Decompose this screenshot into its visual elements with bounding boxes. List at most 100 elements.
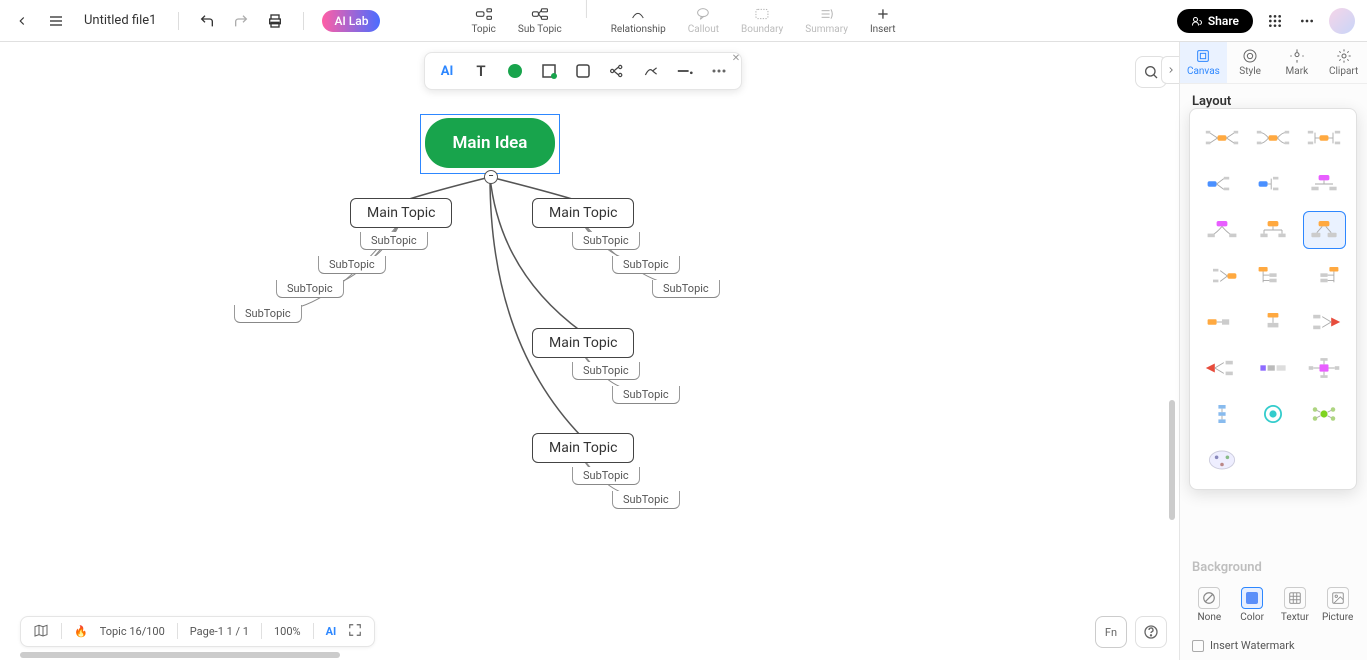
redo-icon[interactable] bbox=[231, 11, 251, 31]
connectors bbox=[0, 42, 1179, 606]
node-subtopic[interactable]: SubTopic bbox=[572, 467, 640, 485]
tool-relationship[interactable]: Relationship bbox=[609, 0, 668, 41]
node-subtopic[interactable]: SubTopic bbox=[652, 280, 720, 298]
layout-option[interactable] bbox=[1251, 119, 1294, 157]
layout-option[interactable] bbox=[1200, 349, 1243, 387]
tab-canvas[interactable]: Canvas bbox=[1180, 42, 1227, 83]
bg-picture[interactable]: Picture bbox=[1320, 587, 1355, 623]
layout-option[interactable] bbox=[1251, 395, 1294, 433]
layout-option[interactable] bbox=[1200, 257, 1243, 295]
layout-option[interactable] bbox=[1200, 441, 1243, 479]
back-icon[interactable] bbox=[12, 11, 32, 31]
layout-option[interactable] bbox=[1200, 165, 1243, 203]
node-topic[interactable]: Main Topic bbox=[350, 198, 452, 228]
layout-option[interactable] bbox=[1303, 119, 1346, 157]
branch-style-icon[interactable] bbox=[605, 59, 629, 83]
collapse-toggle-icon[interactable]: − bbox=[484, 170, 498, 184]
layout-option[interactable] bbox=[1303, 349, 1346, 387]
node-main-idea[interactable]: Main Idea bbox=[425, 118, 555, 168]
layout-option[interactable] bbox=[1200, 211, 1243, 249]
more-tools-icon[interactable] bbox=[707, 59, 731, 83]
header-center-tools: Topic Sub Topic Relationship Callout Bou… bbox=[469, 0, 897, 41]
print-icon[interactable] bbox=[265, 11, 285, 31]
tab-style[interactable]: Style bbox=[1227, 42, 1274, 83]
bg-none[interactable]: None bbox=[1192, 587, 1227, 623]
shape-icon[interactable] bbox=[571, 59, 595, 83]
undo-icon[interactable] bbox=[197, 11, 217, 31]
fullscreen-icon[interactable] bbox=[348, 623, 362, 640]
layout-option[interactable] bbox=[1251, 303, 1294, 341]
font-settings-icon[interactable]: Fn bbox=[1095, 616, 1127, 648]
fill-color-icon[interactable] bbox=[503, 59, 527, 83]
layout-option[interactable] bbox=[1251, 257, 1294, 295]
apps-icon[interactable] bbox=[1265, 11, 1285, 31]
layout-option[interactable] bbox=[1200, 303, 1243, 341]
ai-bottom-button[interactable]: AI bbox=[326, 625, 337, 638]
layout-option[interactable] bbox=[1303, 165, 1346, 203]
watermark-row[interactable]: Insert Watermark bbox=[1180, 631, 1367, 660]
line-style-icon[interactable] bbox=[673, 59, 697, 83]
node-subtopic[interactable]: SubTopic bbox=[612, 256, 680, 274]
node-subtopic[interactable]: SubTopic bbox=[318, 256, 386, 274]
node-subtopic[interactable]: SubTopic bbox=[612, 491, 680, 509]
user-avatar[interactable] bbox=[1329, 8, 1355, 34]
node-subtopic[interactable]: SubTopic bbox=[612, 386, 680, 404]
layout-options-popup bbox=[1189, 108, 1357, 490]
tool-callout: Callout bbox=[686, 0, 721, 41]
tool-subtopic[interactable]: Sub Topic bbox=[516, 0, 564, 41]
layout-option-selected[interactable] bbox=[1303, 211, 1346, 249]
layout-option[interactable] bbox=[1200, 395, 1243, 433]
bottom-status-group: 🔥 Topic 16/100 Page-1 1 / 1 100% AI bbox=[20, 616, 375, 647]
layout-option[interactable] bbox=[1200, 119, 1243, 157]
node-subtopic[interactable]: SubTopic bbox=[572, 232, 640, 250]
page-indicator[interactable]: Page-1 1 / 1 bbox=[190, 625, 249, 638]
tool-boundary: Boundary bbox=[739, 0, 785, 41]
layout-option[interactable] bbox=[1303, 303, 1346, 341]
node-subtopic[interactable]: SubTopic bbox=[276, 280, 344, 298]
node-subtopic[interactable]: SubTopic bbox=[234, 305, 302, 323]
divider bbox=[313, 623, 314, 639]
bg-color[interactable]: Color bbox=[1235, 587, 1270, 623]
layout-option[interactable] bbox=[1303, 395, 1346, 433]
divider bbox=[61, 623, 62, 639]
border-color-icon[interactable] bbox=[537, 59, 561, 83]
branch-curve-icon[interactable] bbox=[639, 59, 663, 83]
bg-texture[interactable]: Textur bbox=[1278, 587, 1313, 623]
ai-button[interactable]: AI bbox=[435, 59, 459, 83]
node-topic[interactable]: Main Topic bbox=[532, 198, 634, 228]
horizontal-scrollbar[interactable] bbox=[20, 652, 340, 658]
file-title[interactable]: Untitled file1 bbox=[80, 13, 160, 28]
background-options: None Color Textur Picture bbox=[1180, 579, 1367, 631]
tool-topic[interactable]: Topic bbox=[469, 0, 497, 41]
map-icon[interactable] bbox=[33, 623, 49, 640]
vertical-scrollbar[interactable] bbox=[1169, 400, 1175, 520]
tab-mark[interactable]: Mark bbox=[1274, 42, 1321, 83]
zoom-level[interactable]: 100% bbox=[274, 625, 301, 638]
ai-lab-button[interactable]: AI Lab bbox=[322, 10, 380, 32]
node-topic[interactable]: Main Topic bbox=[532, 433, 634, 463]
node-topic[interactable]: Main Topic bbox=[532, 328, 634, 358]
help-icon[interactable] bbox=[1135, 616, 1167, 648]
layout-option[interactable] bbox=[1251, 349, 1294, 387]
tool-insert[interactable]: Insert bbox=[868, 0, 898, 41]
fire-icon: 🔥 bbox=[74, 625, 88, 638]
topic-count: Topic 16/100 bbox=[100, 625, 165, 638]
divider bbox=[586, 0, 587, 18]
watermark-checkbox[interactable] bbox=[1192, 640, 1204, 652]
share-button[interactable]: Share bbox=[1177, 9, 1253, 33]
node-subtopic[interactable]: SubTopic bbox=[360, 232, 428, 250]
divider bbox=[178, 12, 179, 30]
layout-option[interactable] bbox=[1303, 257, 1346, 295]
node-subtopic[interactable]: SubTopic bbox=[572, 362, 640, 380]
collapse-panel-icon[interactable] bbox=[1161, 56, 1179, 84]
tab-clipart[interactable]: Clipart bbox=[1320, 42, 1367, 83]
menu-icon[interactable] bbox=[46, 11, 66, 31]
layout-option[interactable] bbox=[1251, 211, 1294, 249]
text-tool-icon[interactable]: T bbox=[469, 59, 493, 83]
header-left: Untitled file1 AI Lab bbox=[12, 10, 380, 32]
more-icon[interactable] bbox=[1297, 11, 1317, 31]
close-toolbar-icon[interactable]: ✕ bbox=[729, 51, 743, 65]
floating-toolbar: AI T ✕ bbox=[424, 52, 742, 90]
layout-option[interactable] bbox=[1251, 165, 1294, 203]
canvas[interactable]: Main Idea − Main Topic SubTopic SubTopic… bbox=[0, 42, 1179, 606]
